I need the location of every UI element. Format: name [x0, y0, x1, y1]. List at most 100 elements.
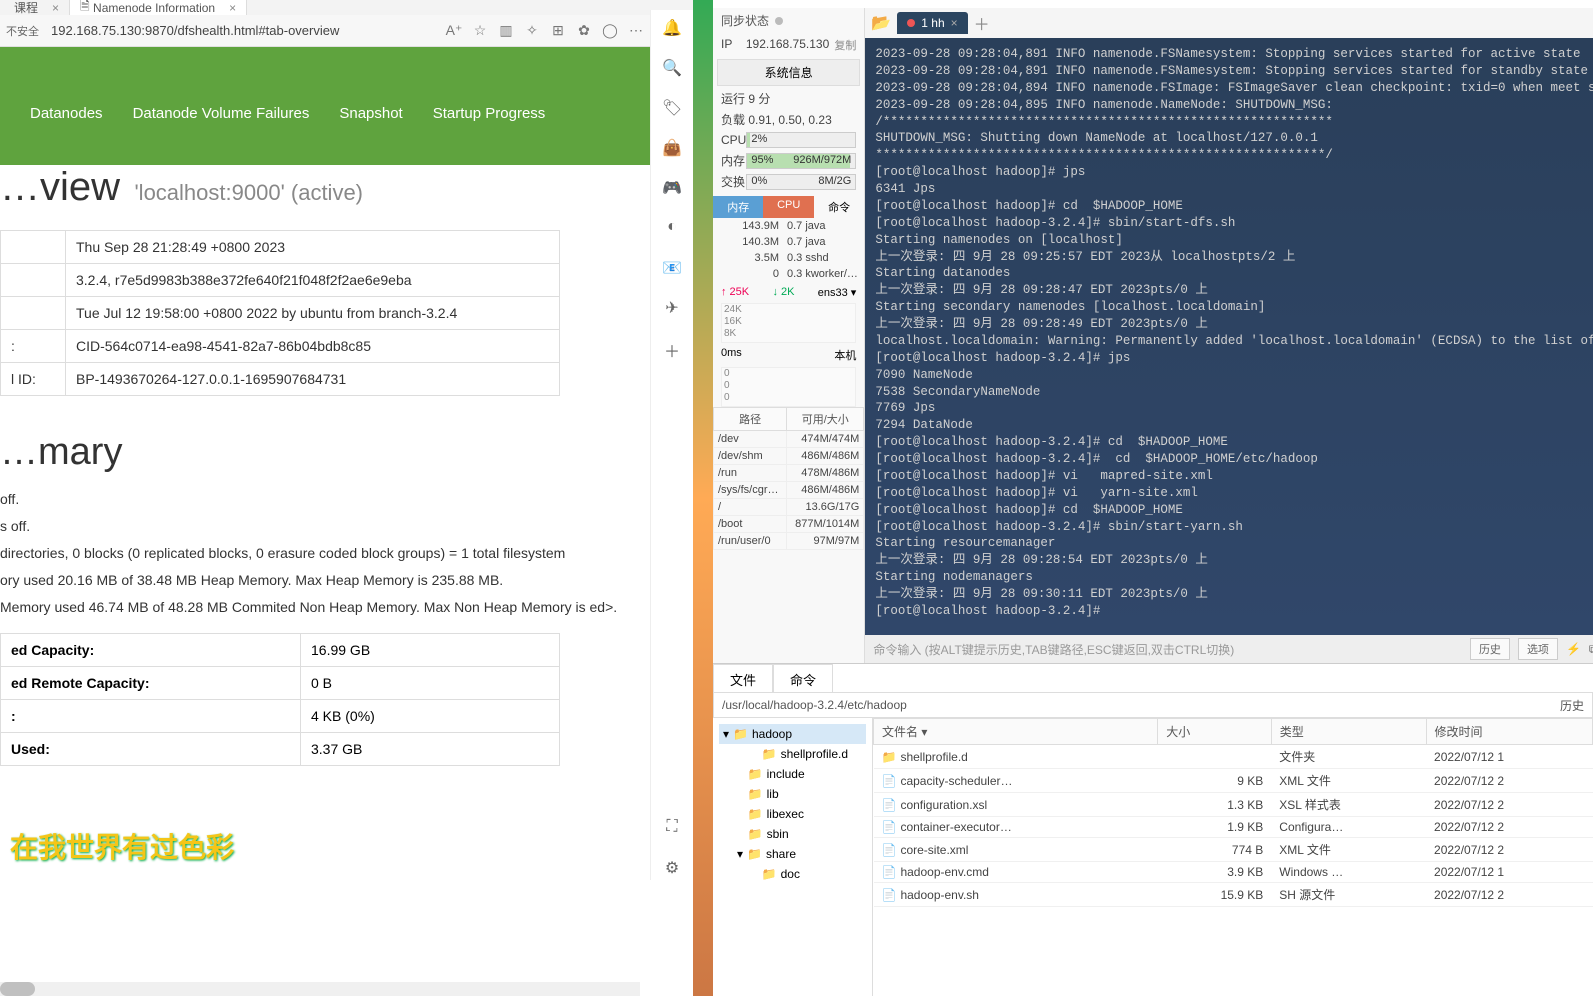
- file-row[interactable]: 📄hadoop-env.cmd3.9 KBWindows …2022/07/12…: [874, 862, 1593, 883]
- terminal-output[interactable]: 2023-09-28 09:28:04,891 INFO namenode.FS…: [865, 38, 1593, 635]
- tree-node[interactable]: 📁 libexec: [733, 804, 866, 824]
- tree-node[interactable]: 📁 sbin: [733, 824, 866, 844]
- process-row[interactable]: 140.3M0.7 java: [713, 234, 864, 250]
- net-download: ↓ 2K: [772, 286, 794, 299]
- close-icon[interactable]: ×: [52, 1, 59, 15]
- system-monitor-panel: 同步状态 IP 192.168.75.130复制 系统信息 运行 9 分 负载 …: [713, 8, 865, 663]
- col-type[interactable]: 类型: [1271, 719, 1426, 745]
- process-row[interactable]: 143.9M0.7 java: [713, 218, 864, 234]
- file-row[interactable]: 📄container-executor…1.9 KBConfigura…2022…: [874, 817, 1593, 838]
- swap-bar: 0%8M/2G: [746, 174, 856, 190]
- cpu-label: CPU: [721, 133, 746, 147]
- page-content: Datanodes Datanode Volume Failures Snaps…: [0, 47, 693, 996]
- copilot-icon[interactable]: ◐: [661, 218, 683, 240]
- read-aloud-icon[interactable]: A⁺: [445, 22, 463, 40]
- outlook-icon[interactable]: 📧: [661, 258, 683, 280]
- file-row[interactable]: 📄core-site.xml774 BXML 文件2022/07/12 2: [874, 838, 1593, 862]
- nav-datanodes[interactable]: Datanodes: [30, 105, 103, 165]
- load-avg: 负载 0.91, 0.50, 0.23: [713, 109, 864, 130]
- file-row[interactable]: 📄hadoop-env.sh15.9 KBSH 源文件2022/07/12 2: [874, 883, 1593, 907]
- file-row[interactable]: 📄configuration.xsl1.3 KBXSL 样式表2022/07/1…: [874, 793, 1593, 817]
- folder-open-icon[interactable]: 📂: [871, 13, 891, 33]
- close-icon[interactable]: ×: [229, 1, 236, 15]
- browser-tabs: 课程× 🗎 Namenode Information×: [0, 0, 693, 15]
- file-row[interactable]: 📁shellprofile.d文件夹2022/07/12 1: [874, 745, 1593, 769]
- apps-icon[interactable]: ✿: [575, 22, 593, 40]
- ip-value: 192.168.75.130: [746, 37, 829, 53]
- tree-node[interactable]: 📁 include: [733, 764, 866, 784]
- profile-icon[interactable]: ◯: [601, 22, 619, 40]
- tree-node[interactable]: 📁 doc: [747, 864, 866, 884]
- bell-icon[interactable]: 🔔: [661, 18, 683, 40]
- summary-text: Memory used 46.74 MB of 48.28 MB Commite…: [0, 597, 693, 618]
- disk-row[interactable]: /run/user/097M/97M: [714, 533, 864, 550]
- system-info-button[interactable]: 系统信息: [717, 59, 860, 86]
- new-tab-icon[interactable]: ＋: [974, 11, 990, 35]
- nav-startup[interactable]: Startup Progress: [433, 105, 546, 165]
- file-row[interactable]: 📄capacity-scheduler…9 KBXML 文件2022/07/12…: [874, 769, 1593, 793]
- disk-row[interactable]: /boot877M/1014M: [714, 516, 864, 533]
- proc-tab-cpu[interactable]: CPU: [763, 196, 813, 218]
- disk-row[interactable]: /sys/fs/cgr…486M/486M: [714, 482, 864, 499]
- tab-commands[interactable]: 命令: [773, 664, 833, 692]
- close-icon[interactable]: ×: [951, 16, 958, 30]
- disk-row[interactable]: /dev/shm486M/486M: [714, 448, 864, 465]
- tree-node[interactable]: 📁 lib: [733, 784, 866, 804]
- tag-icon[interactable]: 🏷: [661, 98, 683, 120]
- screenshot-icon[interactable]: ⛶: [661, 818, 683, 840]
- mem-bar: 95%926M/972M: [746, 153, 856, 169]
- summary-text: ory used 20.16 MB of 38.48 MB Heap Memor…: [0, 570, 693, 591]
- horizontal-scrollbar[interactable]: [0, 982, 640, 996]
- process-row[interactable]: 00.3 kworker/…: [713, 266, 864, 282]
- copy-button[interactable]: 复制: [834, 37, 856, 53]
- settings-icon[interactable]: ⚙: [661, 858, 683, 880]
- titlebar[interactable]: [713, 0, 1593, 8]
- col-name[interactable]: 文件名 ▾: [874, 719, 1158, 745]
- path-input[interactable]: /usr/local/hadoop-3.2.4/etc/hadoop: [722, 698, 907, 712]
- power-icon[interactable]: ⚡: [1566, 642, 1581, 656]
- shopping-icon[interactable]: 👜: [661, 138, 683, 160]
- terminal-tab[interactable]: 1 hh×: [897, 12, 967, 34]
- nav-snapshot[interactable]: Snapshot: [339, 105, 402, 165]
- games-icon[interactable]: 🎮: [661, 178, 683, 200]
- collections-icon[interactable]: ▥: [497, 22, 515, 40]
- summary-text: s off.: [0, 516, 693, 537]
- proc-tab-mem[interactable]: 内存: [713, 196, 763, 218]
- net-host[interactable]: 本机: [834, 347, 856, 363]
- browser-sidebar: 🔔 🔍 🏷 👜 🎮 ◐ 📧 ✈ ＋ ⛶ ⚙: [650, 10, 693, 880]
- command-input[interactable]: 命令输入 (按ALT键提示历史,TAB键路径,ESC键返回,双击CTRL切换): [873, 641, 1462, 658]
- search-icon[interactable]: 🔍: [661, 58, 683, 80]
- url-field[interactable]: 192.168.75.130:9870/dfshealth.html#tab-o…: [47, 21, 437, 40]
- favorite-icon[interactable]: ☆: [471, 22, 489, 40]
- desktop-wallpaper: [693, 0, 713, 996]
- tree-node[interactable]: ▾ 📁 hadoop: [719, 724, 866, 744]
- sync-status: 同步状态: [713, 8, 864, 33]
- extensions-icon[interactable]: ⊞: [549, 22, 567, 40]
- add-favorite-icon[interactable]: ✧: [523, 22, 541, 40]
- disk-row[interactable]: /run478M/486M: [714, 465, 864, 482]
- disk-table: 路径可用/大小 /dev474M/474M /dev/shm486M/486M …: [713, 407, 864, 550]
- tree-node[interactable]: 📁 shellprofile.d: [747, 744, 866, 764]
- ip-label: IP: [721, 37, 732, 53]
- nav-volume-failures[interactable]: Datanode Volume Failures: [133, 105, 310, 165]
- more-icon[interactable]: ⋯: [627, 22, 645, 40]
- options-button[interactable]: 选项: [1518, 638, 1558, 660]
- tab-files[interactable]: 文件: [713, 664, 773, 692]
- col-modified[interactable]: 修改时间: [1426, 719, 1592, 745]
- status-dot-icon: [775, 17, 783, 25]
- proc-tab-cmd[interactable]: 命令: [814, 196, 864, 218]
- history-button[interactable]: 历史: [1470, 638, 1510, 660]
- add-icon[interactable]: ＋: [661, 338, 683, 360]
- status-dot-icon: [907, 19, 915, 27]
- link-icon[interactable]: ⧉: [1589, 642, 1593, 657]
- tree-node[interactable]: ▾ 📁 share: [733, 844, 866, 864]
- network-chart: 24K 16K 8K: [721, 303, 856, 343]
- security-badge[interactable]: 不安全: [6, 23, 39, 39]
- send-icon[interactable]: ✈: [661, 298, 683, 320]
- col-size[interactable]: 大小: [1158, 719, 1272, 745]
- path-history-button[interactable]: 历史: [1560, 697, 1584, 714]
- process-row[interactable]: 3.5M0.3 sshd: [713, 250, 864, 266]
- disk-row[interactable]: /dev474M/474M: [714, 431, 864, 448]
- disk-row[interactable]: /13.6G/17G: [714, 499, 864, 516]
- net-interface-select[interactable]: ens33 ▾: [818, 286, 857, 299]
